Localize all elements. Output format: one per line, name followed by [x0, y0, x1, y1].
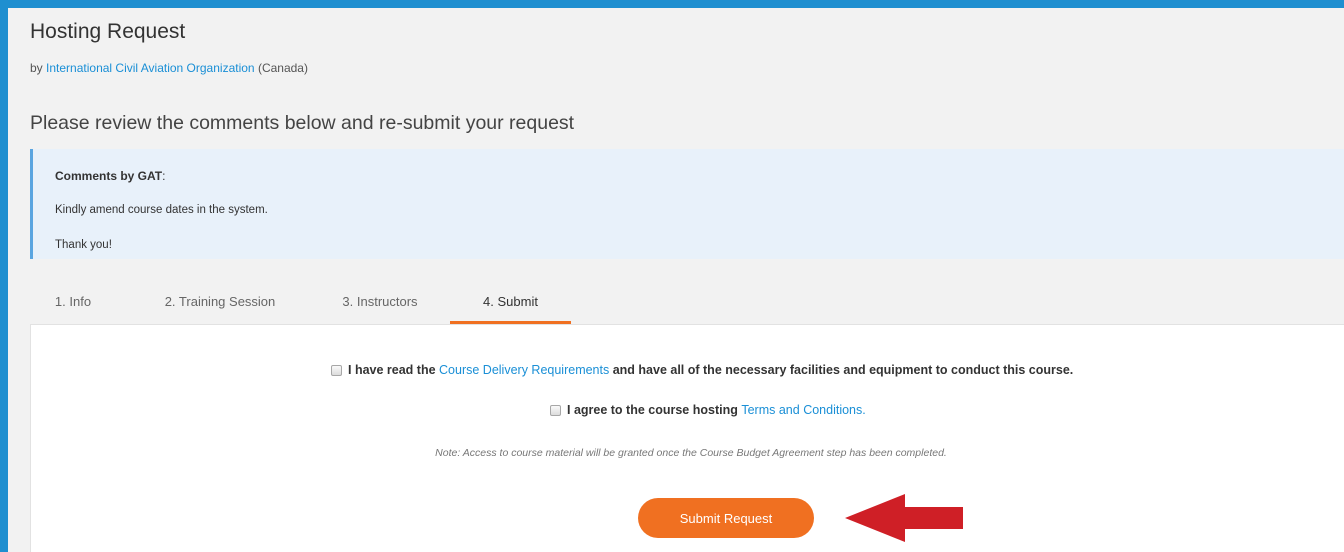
- access-note: Note: Access to course material will be …: [435, 447, 947, 459]
- terms-and-conditions-link[interactable]: Terms and Conditions.: [741, 403, 865, 417]
- comments-box: Comments by GAT: Kindly amend course dat…: [30, 149, 1344, 259]
- step-tabs: 1. Info 2. Training Session 3. Instructo…: [30, 290, 1344, 326]
- organization-link[interactable]: International Civil Aviation Organizatio…: [46, 61, 255, 75]
- tab-instructors[interactable]: 3. Instructors: [330, 290, 430, 326]
- check2-prefix: I agree to the course hosting: [567, 403, 738, 417]
- tab-training-session[interactable]: 2. Training Session: [150, 290, 290, 326]
- delivery-requirements-checkbox[interactable]: [331, 364, 342, 376]
- organization-country: (Canada): [257, 61, 308, 75]
- course-delivery-requirements-link[interactable]: Course Delivery Requirements: [439, 363, 609, 377]
- page-title: Hosting Request: [30, 20, 186, 43]
- check1-suffix: and have all of the necessary facilities…: [612, 363, 1074, 377]
- comments-author: Comments by GAT: [55, 169, 163, 183]
- submit-panel: I have read the Course Delivery Requirem…: [30, 324, 1344, 552]
- submit-request-button[interactable]: Submit Request: [638, 498, 814, 538]
- tab-info[interactable]: 1. Info: [43, 290, 103, 326]
- terms-row[interactable]: I agree to the course hosting Terms and …: [550, 403, 866, 417]
- red-arrow-icon: [845, 494, 963, 542]
- page-frame: Hosting Request by International Civil A…: [8, 8, 1344, 552]
- terms-checkbox[interactable]: [550, 404, 561, 416]
- check1-prefix: I have read the: [348, 363, 436, 377]
- comment-line: Kindly amend course dates in the system.: [55, 204, 268, 216]
- byline: by International Civil Aviation Organiza…: [30, 61, 308, 75]
- delivery-requirements-row[interactable]: I have read the Course Delivery Requirem…: [331, 363, 1073, 377]
- comment-line: Thank you!: [55, 239, 112, 251]
- review-heading: Please review the comments below and re-…: [30, 112, 575, 134]
- byline-prefix: by: [30, 61, 43, 75]
- comments-title: Comments by GAT:: [55, 169, 165, 183]
- comments-colon: :: [162, 169, 166, 183]
